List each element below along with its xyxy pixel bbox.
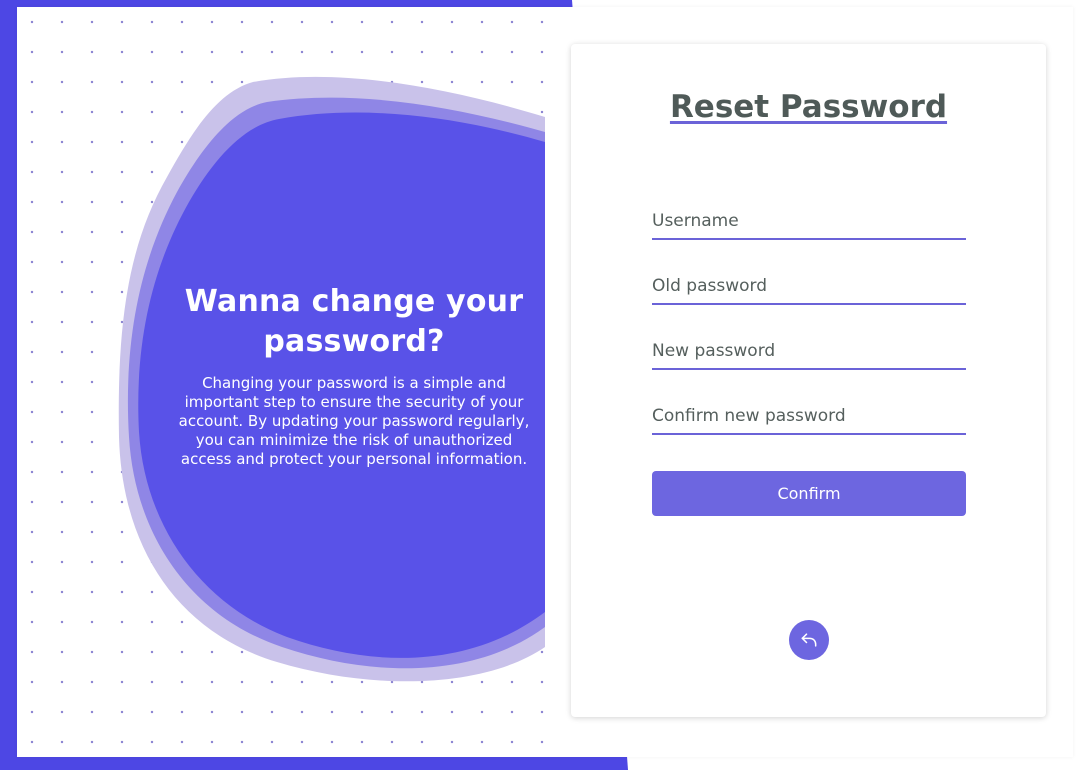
reset-password-card: Reset Password Confirm <box>571 44 1046 717</box>
username-input[interactable] <box>652 204 966 240</box>
promo-text-block: Wanna change your password? Changing you… <box>172 282 536 469</box>
promo-description: Changing your password is a simple and i… <box>178 374 530 468</box>
old-password-input[interactable] <box>652 269 966 305</box>
page-title: Reset Password <box>669 89 948 125</box>
undo-arrow-icon <box>801 633 817 647</box>
confirm-button[interactable]: Confirm <box>652 471 966 516</box>
new-password-input[interactable] <box>652 334 966 370</box>
page-frame: Wanna change your password? Changing you… <box>17 7 1073 757</box>
confirm-new-password-input[interactable] <box>652 399 966 435</box>
promo-heading: Wanna change your password? <box>184 284 524 359</box>
back-button[interactable] <box>789 620 829 660</box>
promo-panel: Wanna change your password? Changing you… <box>17 7 545 757</box>
